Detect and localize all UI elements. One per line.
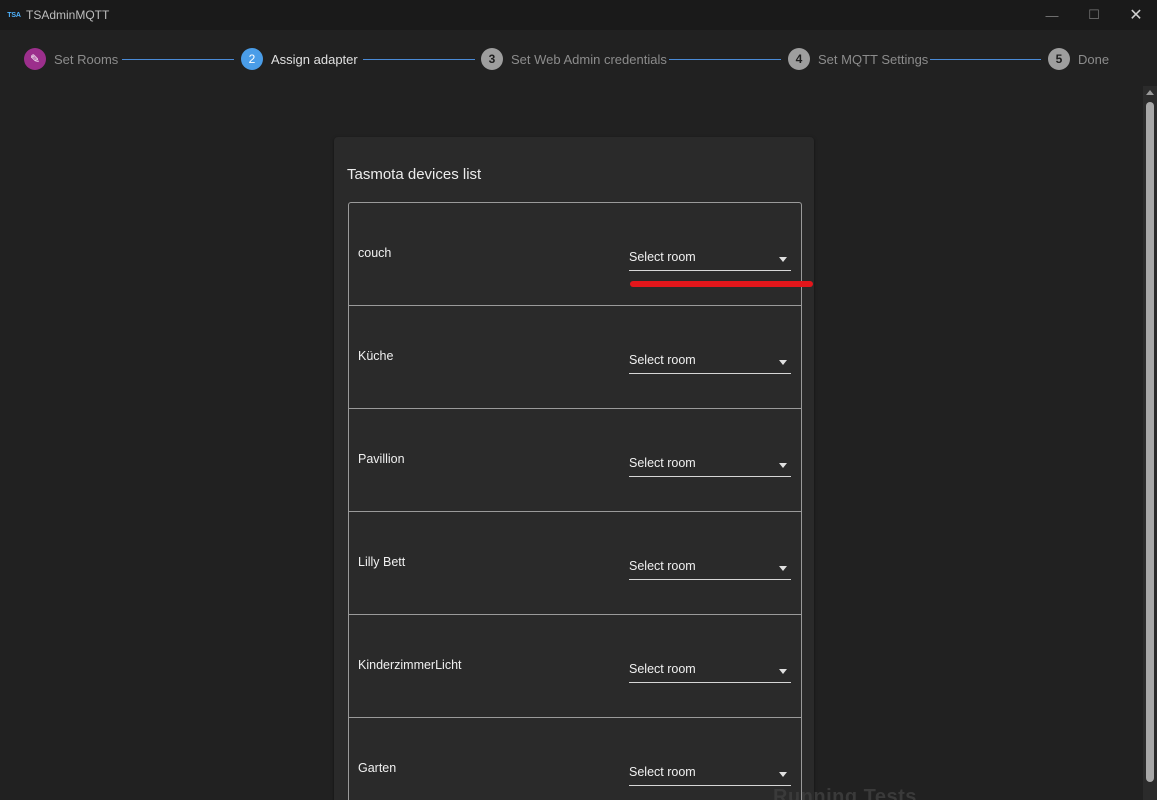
step-connector — [669, 59, 781, 60]
step-connector — [363, 59, 475, 60]
step-label: Set Rooms — [54, 51, 119, 67]
device-row: Pavillion Select room — [349, 409, 801, 512]
device-name: Lilly Bett — [358, 555, 406, 569]
step-mqtt-settings[interactable]: 4 Set MQTT Settings — [788, 47, 928, 71]
room-select[interactable]: Select room — [629, 353, 791, 374]
room-select[interactable]: Select room — [629, 250, 791, 271]
room-select[interactable]: Select room — [629, 765, 791, 786]
room-select[interactable]: Select room — [629, 456, 791, 477]
step-label: Set MQTT Settings — [818, 51, 929, 67]
title-bar[interactable]: TSA TSAdminMQTT — ☐ ✕ — [0, 0, 1157, 30]
close-button[interactable]: ✕ — [1115, 0, 1157, 30]
main-content: Tasmota devices list couch Select room K… — [0, 86, 1143, 800]
step-set-rooms[interactable]: ✎ Set Rooms — [24, 47, 118, 71]
room-select-value: Select room — [629, 250, 696, 264]
minimize-button[interactable]: — — [1031, 0, 1073, 30]
step-label: Assign adapter — [271, 51, 358, 67]
vertical-scrollbar[interactable] — [1143, 86, 1157, 800]
step-number: 5 — [1048, 48, 1070, 70]
step-label: Done — [1078, 51, 1110, 67]
window-controls: — ☐ ✕ — [1031, 0, 1157, 30]
room-select-value: Select room — [629, 662, 696, 676]
dropdown-arrow-icon — [779, 772, 787, 777]
step-assign-adapter[interactable]: 2 Assign adapter — [241, 47, 358, 71]
window-title: TSAdminMQTT — [26, 8, 110, 22]
app-logo-icon: TSA — [7, 11, 21, 19]
step-number: 4 — [788, 48, 810, 70]
room-select[interactable]: Select room — [629, 559, 791, 580]
room-select[interactable]: Select room — [629, 662, 791, 683]
background-window-text: Running Tests — [773, 786, 917, 800]
step-web-admin-credentials[interactable]: 3 Set Web Admin credentials — [481, 47, 667, 71]
device-list: couch Select room Küche Select room Pavi… — [348, 202, 813, 800]
device-row: Küche Select room — [349, 306, 801, 409]
device-name: Küche — [358, 349, 394, 363]
wizard-stepper: ✎ Set Rooms 2 Assign adapter 3 Set Web A… — [0, 30, 1157, 86]
dropdown-arrow-icon — [779, 360, 787, 365]
step-label: Set Web Admin credentials — [511, 51, 667, 67]
red-highlight-mark — [630, 281, 813, 287]
device-row: Lilly Bett Select room — [349, 512, 801, 615]
card-title: Tasmota devices list — [347, 166, 482, 183]
scrollbar-thumb[interactable] — [1146, 102, 1154, 782]
device-row: Garten Select room — [349, 718, 801, 800]
device-name: Garten — [358, 761, 397, 775]
device-row: KinderzimmerLicht Select room — [349, 615, 801, 718]
room-select-value: Select room — [629, 353, 696, 367]
room-select-value: Select room — [629, 559, 696, 573]
dropdown-arrow-icon — [779, 669, 787, 674]
pencil-icon: ✎ — [24, 48, 46, 70]
maximize-button[interactable]: ☐ — [1073, 0, 1115, 30]
step-done[interactable]: 5 Done — [1048, 47, 1109, 71]
step-connector — [930, 59, 1041, 60]
app-window: TSA TSAdminMQTT — ☐ ✕ ✎ Set Rooms 2 Assi… — [0, 0, 1157, 800]
dropdown-arrow-icon — [779, 463, 787, 468]
scroll-up-arrow-icon[interactable] — [1146, 90, 1154, 95]
devices-card: Tasmota devices list couch Select room K… — [334, 137, 814, 800]
device-name: couch — [358, 246, 392, 260]
room-select-value: Select room — [629, 456, 696, 470]
step-number: 2 — [241, 48, 263, 70]
device-name: KinderzimmerLicht — [358, 658, 462, 672]
device-name: Pavillion — [358, 452, 405, 466]
dropdown-arrow-icon — [779, 257, 787, 262]
dropdown-arrow-icon — [779, 566, 787, 571]
room-select-value: Select room — [629, 765, 696, 779]
step-number: 3 — [481, 48, 503, 70]
step-connector — [122, 59, 234, 60]
device-row: couch Select room — [349, 203, 813, 306]
